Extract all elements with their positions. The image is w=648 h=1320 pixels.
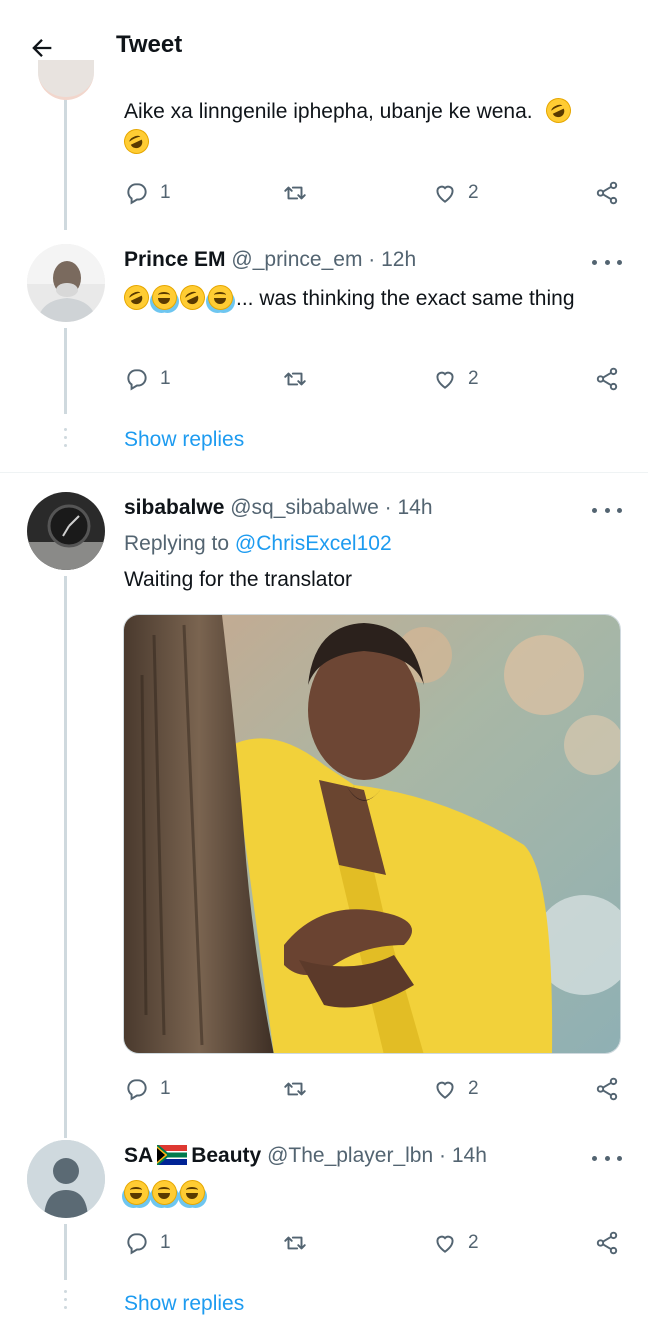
more-options-icon[interactable] bbox=[592, 255, 622, 269]
rofl-emoji bbox=[542, 93, 576, 128]
like-count: 2 bbox=[468, 182, 479, 203]
tweet-text: Aike xa linngenile iphepha, ubanje ke we… bbox=[119, 93, 624, 159]
like-button[interactable]: 2 bbox=[432, 1228, 479, 1258]
tweet-header: sibabalwe @sq_sibabalwe · 14h bbox=[124, 496, 433, 519]
handle[interactable]: @The_player_lbn bbox=[267, 1144, 433, 1167]
heart-icon bbox=[436, 1235, 454, 1253]
south-africa-flag-icon bbox=[157, 1145, 188, 1165]
like-button[interactable]: 2 bbox=[432, 364, 479, 394]
tweet-text bbox=[124, 1178, 594, 1209]
joy-emoji bbox=[152, 1180, 177, 1205]
mention-link[interactable]: @ChrisExcel102 bbox=[235, 532, 392, 555]
rofl-emoji bbox=[119, 124, 154, 159]
retweet-icon bbox=[284, 186, 306, 200]
more-options-icon[interactable] bbox=[592, 1151, 622, 1165]
display-name[interactable]: SA Beauty bbox=[124, 1144, 267, 1167]
avatar[interactable] bbox=[27, 492, 105, 570]
thread-dots bbox=[64, 428, 67, 452]
joy-emoji bbox=[124, 1180, 149, 1205]
reply-button[interactable]: 1 bbox=[124, 364, 171, 394]
reply-icon bbox=[127, 1233, 147, 1255]
reply-count: 1 bbox=[160, 368, 171, 389]
avatar[interactable] bbox=[27, 244, 105, 322]
back-arrow-icon[interactable] bbox=[28, 34, 56, 62]
page-title: Tweet bbox=[116, 31, 183, 58]
timestamp[interactable]: 14h bbox=[398, 496, 433, 519]
display-name[interactable]: sibabalwe bbox=[124, 496, 224, 519]
share-button[interactable] bbox=[594, 178, 620, 208]
share-button[interactable] bbox=[594, 1228, 620, 1258]
show-replies-link[interactable]: Show replies bbox=[124, 428, 244, 452]
display-name[interactable]: Prince EM bbox=[124, 248, 226, 271]
thread-line bbox=[64, 92, 67, 230]
share-button[interactable] bbox=[594, 1074, 620, 1104]
retweet-icon bbox=[284, 372, 306, 386]
share-icon bbox=[596, 1077, 618, 1101]
timestamp[interactable]: 14h bbox=[452, 1144, 487, 1167]
replying-to: Replying to @ChrisExcel102 bbox=[124, 532, 392, 555]
tweet-image[interactable] bbox=[123, 614, 621, 1054]
default-avatar-icon[interactable] bbox=[27, 1140, 105, 1218]
timestamp[interactable]: 12h bbox=[381, 248, 416, 271]
more-options-icon[interactable] bbox=[592, 503, 622, 517]
thread-line bbox=[64, 328, 67, 414]
reply-count: 1 bbox=[160, 1078, 171, 1099]
reply-button[interactable]: 1 bbox=[124, 1228, 171, 1258]
share-icon bbox=[596, 1231, 618, 1255]
reply-count: 1 bbox=[160, 1232, 171, 1253]
joy-emoji bbox=[152, 285, 177, 310]
retweet-button[interactable] bbox=[282, 178, 308, 208]
like-count: 2 bbox=[468, 1232, 479, 1253]
app-header: Tweet bbox=[0, 0, 648, 100]
reply-icon bbox=[127, 183, 147, 205]
retweet-icon bbox=[284, 1236, 306, 1250]
reply-icon bbox=[127, 369, 147, 391]
like-button[interactable]: 2 bbox=[432, 1074, 479, 1104]
share-icon bbox=[596, 181, 618, 205]
tweet-header: SA Beauty @The_player_lbn · 14h bbox=[124, 1144, 487, 1167]
heart-icon bbox=[436, 1081, 454, 1099]
heart-icon bbox=[436, 371, 454, 389]
rofl-emoji bbox=[119, 280, 154, 315]
reply-button[interactable]: 1 bbox=[124, 178, 171, 208]
handle[interactable]: @_prince_em bbox=[231, 248, 362, 271]
handle[interactable]: @sq_sibabalwe bbox=[230, 496, 379, 519]
heart-icon bbox=[436, 185, 454, 203]
like-count: 2 bbox=[468, 368, 479, 389]
retweet-button[interactable] bbox=[282, 1228, 308, 1258]
thread-line bbox=[64, 1224, 67, 1280]
retweet-button[interactable] bbox=[282, 364, 308, 394]
rofl-emoji bbox=[175, 280, 210, 315]
divider bbox=[0, 472, 648, 473]
retweet-icon bbox=[284, 1082, 306, 1096]
joy-emoji bbox=[208, 285, 233, 310]
share-button[interactable] bbox=[594, 364, 620, 394]
previous-avatar bbox=[38, 60, 94, 100]
reply-count: 1 bbox=[160, 182, 171, 203]
like-count: 2 bbox=[468, 1078, 479, 1099]
tweet-text: ... was thinking the exact same thing bbox=[119, 280, 594, 315]
thread-dots bbox=[64, 1290, 67, 1314]
share-icon bbox=[596, 367, 618, 391]
show-replies-link[interactable]: Show replies bbox=[124, 1292, 244, 1316]
tweet-header: Prince EM @_prince_em · 12h bbox=[124, 248, 417, 271]
joy-emoji bbox=[180, 1180, 205, 1205]
tweet-text: Waiting for the translator bbox=[124, 568, 352, 591]
retweet-button[interactable] bbox=[282, 1074, 308, 1104]
like-button[interactable]: 2 bbox=[432, 178, 479, 208]
reply-icon bbox=[127, 1079, 147, 1101]
reply-button[interactable]: 1 bbox=[124, 1074, 171, 1104]
thread-line bbox=[64, 576, 67, 1138]
